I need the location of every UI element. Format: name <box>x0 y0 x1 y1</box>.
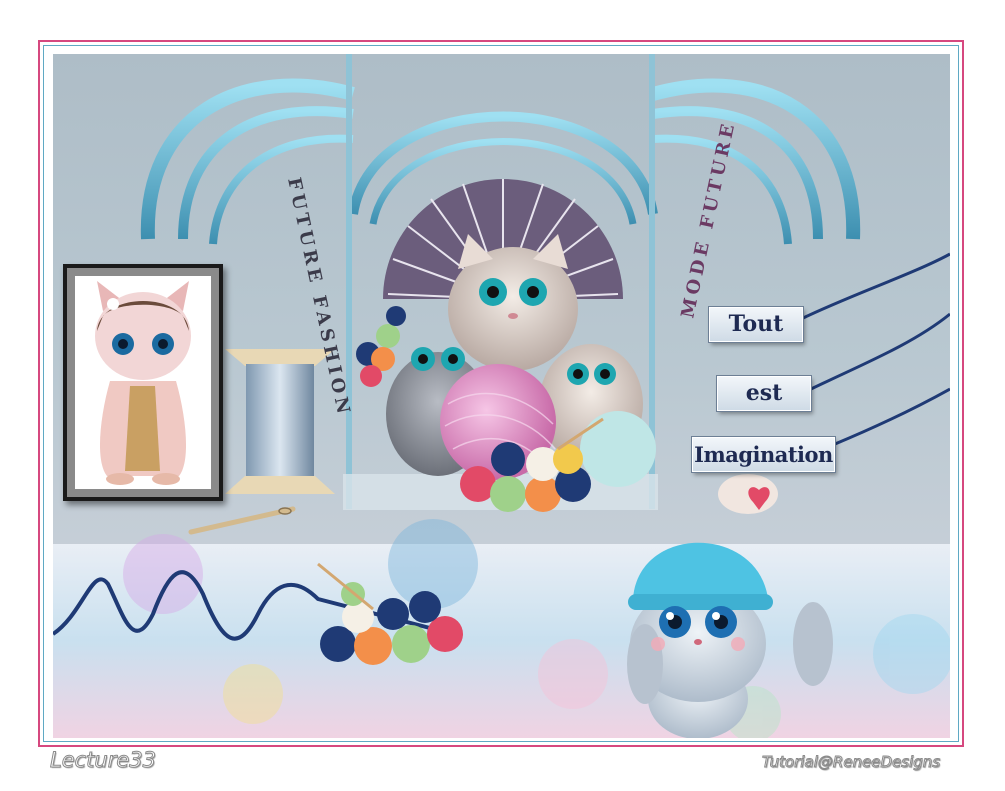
framed-cat-portrait <box>63 264 223 501</box>
sewing-needle <box>188 506 296 535</box>
princess-cat-illustration <box>95 281 191 485</box>
signature-left: Lecture33 <box>50 748 157 773</box>
arc-text-right: MODE FUTURE <box>677 119 739 320</box>
connector-lines <box>800 252 950 446</box>
word-imagination: Imagination <box>692 437 835 472</box>
left-arcs <box>140 78 355 245</box>
right-arcs <box>651 78 861 245</box>
artwork-canvas: FUTURE FASHION MODE FUTURE Tout est Imag… <box>53 54 950 738</box>
thread-spool <box>225 349 335 494</box>
word-est: est <box>717 376 811 411</box>
signature-right: Tutorial@ReneeDesigns <box>761 753 941 772</box>
mint-yarn <box>580 411 656 487</box>
word-tout: Tout <box>709 307 803 342</box>
